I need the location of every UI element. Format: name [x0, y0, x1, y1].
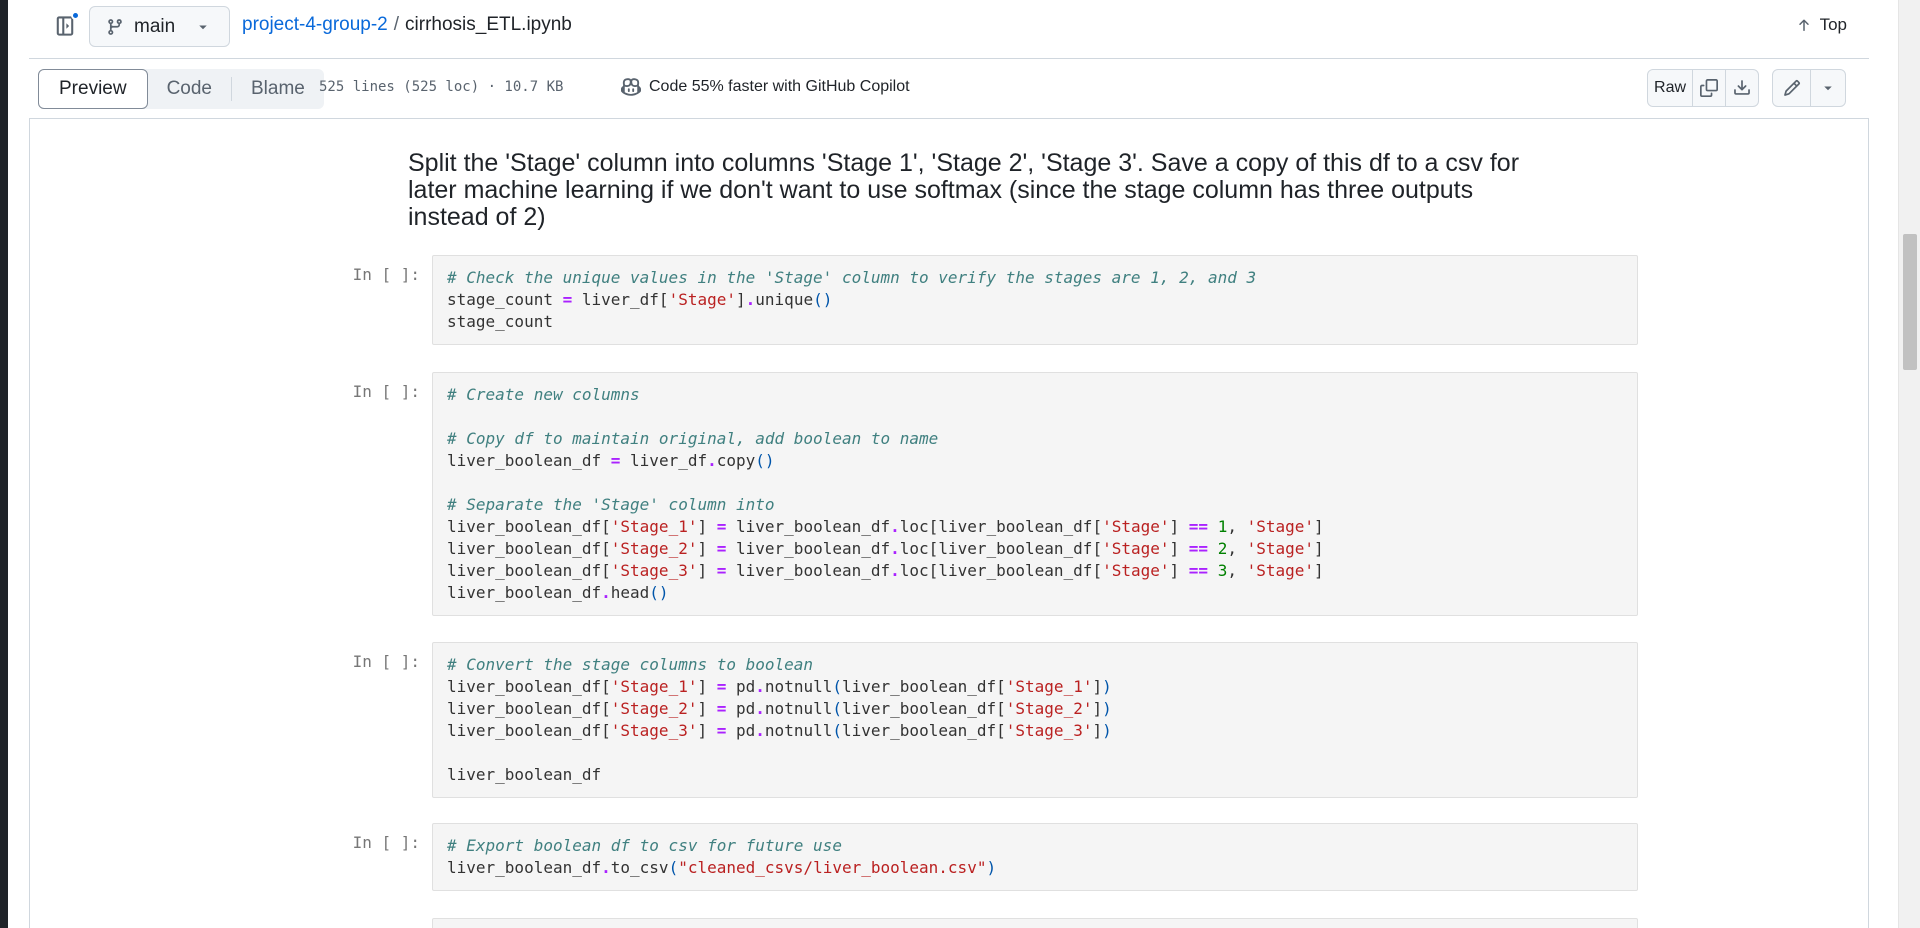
more-edit-options-button[interactable] — [1811, 70, 1845, 106]
tab-blame[interactable]: Blame — [232, 69, 324, 109]
download-button[interactable] — [1726, 70, 1758, 106]
tab-code[interactable]: Code — [148, 69, 231, 109]
cell-prompt: In [ ]: — [352, 265, 420, 284]
file-toolbar: Preview Code Blame 525 lines (525 loc) ·… — [29, 59, 1869, 119]
markdown-heading: Split the 'Stage' column into columns 'S… — [408, 149, 1520, 231]
code-input[interactable] — [432, 918, 1638, 928]
cell-prompt: In [ ]: — [352, 652, 420, 671]
top-label: Top — [1819, 15, 1847, 34]
git-branch-icon — [108, 18, 122, 35]
cell-prompt: In [ ]: — [352, 833, 420, 852]
caret-down-icon — [199, 25, 207, 29]
edit-actions-group — [1772, 69, 1846, 107]
notebook-preview: Split the 'Stage' column into columns 'S… — [30, 120, 1868, 928]
code-input[interactable]: # Check the unique values in the 'Stage'… — [432, 255, 1638, 345]
file-actions-group: Raw — [1647, 69, 1759, 107]
copilot-promo[interactable]: Code 55% faster with GitHub Copilot — [621, 77, 910, 97]
code-text: # Check the unique values in the 'Stage'… — [447, 268, 1257, 331]
file-meta: 525 lines (525 loc) · 10.7 KB — [319, 79, 564, 95]
code-text: # Convert the stage columns to boolean l… — [447, 655, 1112, 784]
side-panel-button[interactable] — [48, 9, 82, 43]
file-name: cirrhosis_ETL.ipynb — [405, 14, 572, 35]
code-input[interactable]: # Create new columns # Copy df to mainta… — [432, 372, 1638, 616]
copilot-text: Code 55% faster with GitHub Copilot — [649, 78, 910, 95]
branch-selector[interactable]: main — [89, 6, 230, 47]
page-scrollbar[interactable] — [1898, 0, 1920, 928]
scrollbar-thumb[interactable] — [1903, 234, 1917, 370]
pencil-icon — [1783, 80, 1800, 96]
raw-button[interactable]: Raw — [1648, 70, 1694, 106]
branch-name: main — [134, 15, 176, 37]
code-input[interactable]: # Export boolean df to csv for future us… — [432, 823, 1638, 891]
notification-dot — [71, 11, 80, 20]
code-text: # Export boolean df to csv for future us… — [447, 836, 997, 877]
copy-raw-button[interactable] — [1693, 70, 1726, 106]
code-text: # Create new columns # Copy df to mainta… — [447, 385, 1324, 602]
breadcrumb: project-4-group-2 / cirrhosis_ETL.ipynb — [242, 14, 572, 36]
arrow-up-icon — [1798, 19, 1809, 31]
tab-preview[interactable]: Preview — [38, 69, 148, 109]
file-header: main project-4-group-2 / cirrhosis_ETL.i… — [29, 0, 1869, 59]
cell-prompt: In [ ]: — [352, 382, 420, 401]
triangle-down-icon — [1824, 86, 1832, 91]
copilot-icon — [621, 78, 641, 96]
download-icon — [1733, 80, 1750, 95]
copy-icon — [1699, 79, 1718, 97]
view-mode-switch: Preview Code Blame — [38, 69, 324, 109]
breadcrumb-separator: / — [393, 14, 400, 35]
code-input[interactable]: # Convert the stage columns to boolean l… — [432, 642, 1638, 798]
back-to-top-button[interactable]: Top — [1796, 15, 1847, 35]
window-edge — [0, 0, 8, 928]
edit-file-button[interactable] — [1773, 70, 1811, 106]
repo-link[interactable]: project-4-group-2 — [242, 14, 388, 36]
